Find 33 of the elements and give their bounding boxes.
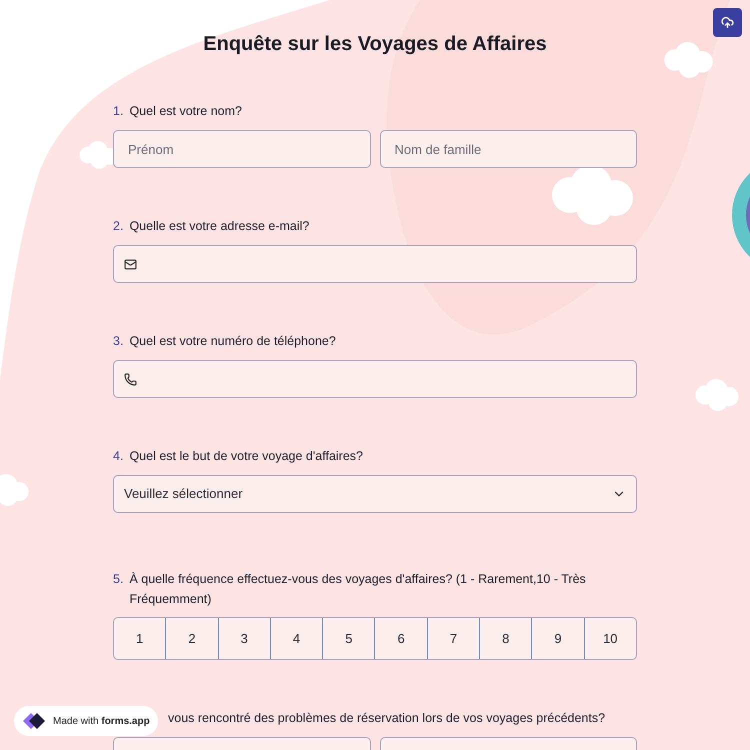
select-field[interactable]: Veuillez sélectionner (113, 475, 637, 513)
scale-option[interactable]: 8 (479, 618, 532, 659)
phone-field[interactable] (113, 360, 637, 398)
question-number: 5. (113, 571, 124, 588)
text-field[interactable]: Nom de famille (380, 130, 637, 168)
question-number: 4. (113, 448, 124, 465)
text-field[interactable]: Prénom (113, 130, 370, 168)
phone-icon (124, 372, 137, 386)
question-label: Quel est le but de votre voyage d'affaires? (129, 448, 363, 465)
question-label: vous rencontré des problèmes de réservation lors de vos voyages précédents? (168, 710, 606, 727)
email-field[interactable] (113, 245, 637, 283)
envelope-icon (124, 258, 137, 270)
scale-option[interactable]: 5 (322, 618, 374, 659)
scale-option[interactable]: 3 (218, 618, 270, 659)
scale-option[interactable]: 10 (584, 618, 636, 659)
question-label: Quel est votre nom? (129, 103, 242, 120)
upload-button[interactable] (713, 8, 742, 37)
survey-title: Enquête sur les Voyages de Affaires (203, 32, 547, 57)
question-number: 3. (113, 333, 124, 350)
scale-option[interactable]: 1 (114, 618, 166, 659)
cloud-upload-icon (721, 16, 734, 29)
question-number: 2. (113, 218, 124, 235)
scale-option[interactable]: 7 (426, 618, 480, 659)
badge-text: Made with forms.app (53, 714, 150, 728)
scale-option[interactable]: 6 (374, 618, 427, 659)
question-label: À quelle fréquence effectuez-vous des voyages d'affaires? (1 - Rarement,10 - Très Fréquemment) (129, 571, 587, 608)
scale-option[interactable]: 2 (165, 618, 218, 659)
made-with-badge[interactable]: Made with forms.app (14, 706, 158, 736)
scale-option[interactable]: 9 (531, 618, 584, 659)
scale-option[interactable]: 4 (270, 618, 322, 659)
question-number: 1. (113, 103, 124, 120)
question-label: Quelle est votre adresse e-mail? (129, 218, 310, 235)
question-label: Quel est votre numéro de téléphone? (129, 333, 336, 350)
